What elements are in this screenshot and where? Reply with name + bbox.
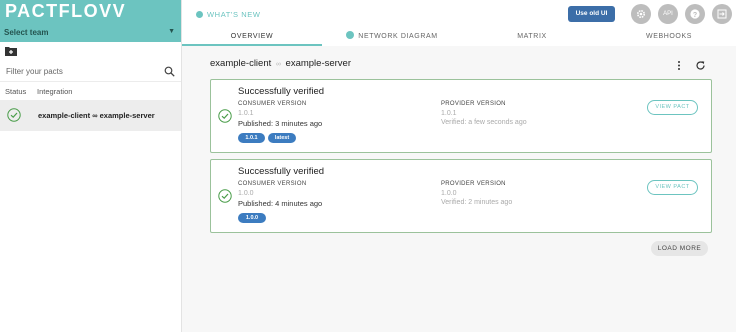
integration-title: example-client ∞ example-server — [210, 58, 351, 69]
provider-version: 1.0.0 — [441, 190, 457, 197]
verified-time: Verified: a few seconds ago — [441, 119, 527, 126]
tab-label: WEBHOOKS — [645, 33, 693, 40]
tab-matrix[interactable]: MATRIX — [462, 28, 602, 46]
tab-webhooks[interactable]: WEBHOOKS — [602, 28, 736, 46]
consumer-version-label: CONSUMER VERSION — [238, 101, 307, 107]
published-time: Published: 3 minutes ago — [238, 119, 323, 128]
whats-new-link[interactable]: WHAT'S NEW — [196, 10, 261, 19]
filter-pacts-input[interactable] — [6, 65, 156, 78]
integration-column-header: Integration — [37, 87, 73, 96]
tab-label: MATRIX — [517, 33, 547, 40]
pactflow-logo: PACTFLOVV — [5, 1, 127, 21]
version-tag[interactable]: latest — [268, 133, 296, 143]
chevron-down-icon: ▼ — [168, 28, 175, 35]
view-pact-button[interactable]: VIEW PACT — [647, 100, 698, 115]
settings-button[interactable] — [631, 4, 651, 24]
gear-icon — [636, 9, 646, 19]
verification-status: Successfully verified — [238, 86, 325, 97]
info-icon — [196, 11, 203, 18]
tab-label: OVERVIEW — [230, 33, 274, 40]
consumer-name: example-client — [210, 58, 272, 69]
check-circle-icon — [7, 108, 21, 122]
pact-card: Successfully verified CONSUMER VERSION 1… — [210, 79, 712, 153]
tab-overview[interactable]: OVERVIEW — [182, 28, 322, 46]
check-circle-icon — [218, 109, 232, 123]
version-tag[interactable]: 1.0.0 — [238, 213, 266, 223]
consumer-version: 1.0.1 — [238, 110, 254, 117]
consumer-version: 1.0.0 — [238, 190, 254, 197]
refresh-icon[interactable] — [695, 60, 706, 71]
search-icon[interactable] — [164, 66, 175, 77]
verification-status: Successfully verified — [238, 166, 325, 177]
provider-version: 1.0.1 — [441, 110, 457, 117]
help-button[interactable]: ? — [685, 4, 705, 24]
infinity-link-icon: ∞ — [275, 61, 281, 68]
view-pact-button[interactable]: VIEW PACT — [647, 180, 698, 195]
use-old-ui-button[interactable]: Use old UI — [568, 6, 615, 22]
tab-label: NETWORK DIAGRAM — [358, 33, 438, 40]
filter-bar — [0, 61, 181, 82]
consumer-version-label: CONSUMER VERSION — [238, 181, 307, 187]
team-select[interactable]: Select team ▼ — [4, 28, 177, 40]
brand-header: PACTFLOVV Select team ▼ — [0, 0, 181, 42]
provider-name: example-server — [285, 58, 351, 69]
logout-icon — [717, 9, 727, 19]
logout-button[interactable] — [712, 4, 732, 24]
svg-text:?: ? — [693, 12, 697, 19]
more-options-icon[interactable] — [675, 60, 683, 71]
provider-version-label: PROVIDER VERSION — [441, 101, 506, 107]
api-button[interactable]: API — [658, 4, 678, 24]
check-circle-icon — [218, 189, 232, 203]
version-tag[interactable]: 1.0.1 — [238, 133, 265, 143]
add-folder-icon[interactable] — [5, 46, 17, 56]
load-more-button[interactable]: LOAD MORE — [651, 241, 708, 256]
published-time: Published: 4 minutes ago — [238, 199, 323, 208]
info-icon — [346, 31, 355, 39]
provider-version-label: PROVIDER VERSION — [441, 181, 506, 187]
integration-row[interactable]: example-client ∞ example-server — [0, 100, 181, 131]
sidebar: PACTFLOVV Select team ▼ Status Integrati… — [0, 0, 182, 332]
tab-bar: OVERVIEW NETWORK DIAGRAM MATRIX WEBHOOKS — [182, 28, 736, 46]
tab-network-diagram[interactable]: NETWORK DIAGRAM — [322, 28, 462, 46]
team-select-label: Select team — [4, 28, 49, 37]
verified-time: Verified: 2 minutes ago — [441, 199, 513, 206]
help-icon: ? — [690, 9, 700, 19]
status-column-header: Status — [5, 87, 27, 96]
whats-new-label: WHAT'S NEW — [207, 10, 261, 19]
pact-card: Successfully verified CONSUMER VERSION 1… — [210, 159, 712, 233]
integration-name: example-client ∞ example-server — [38, 111, 155, 120]
